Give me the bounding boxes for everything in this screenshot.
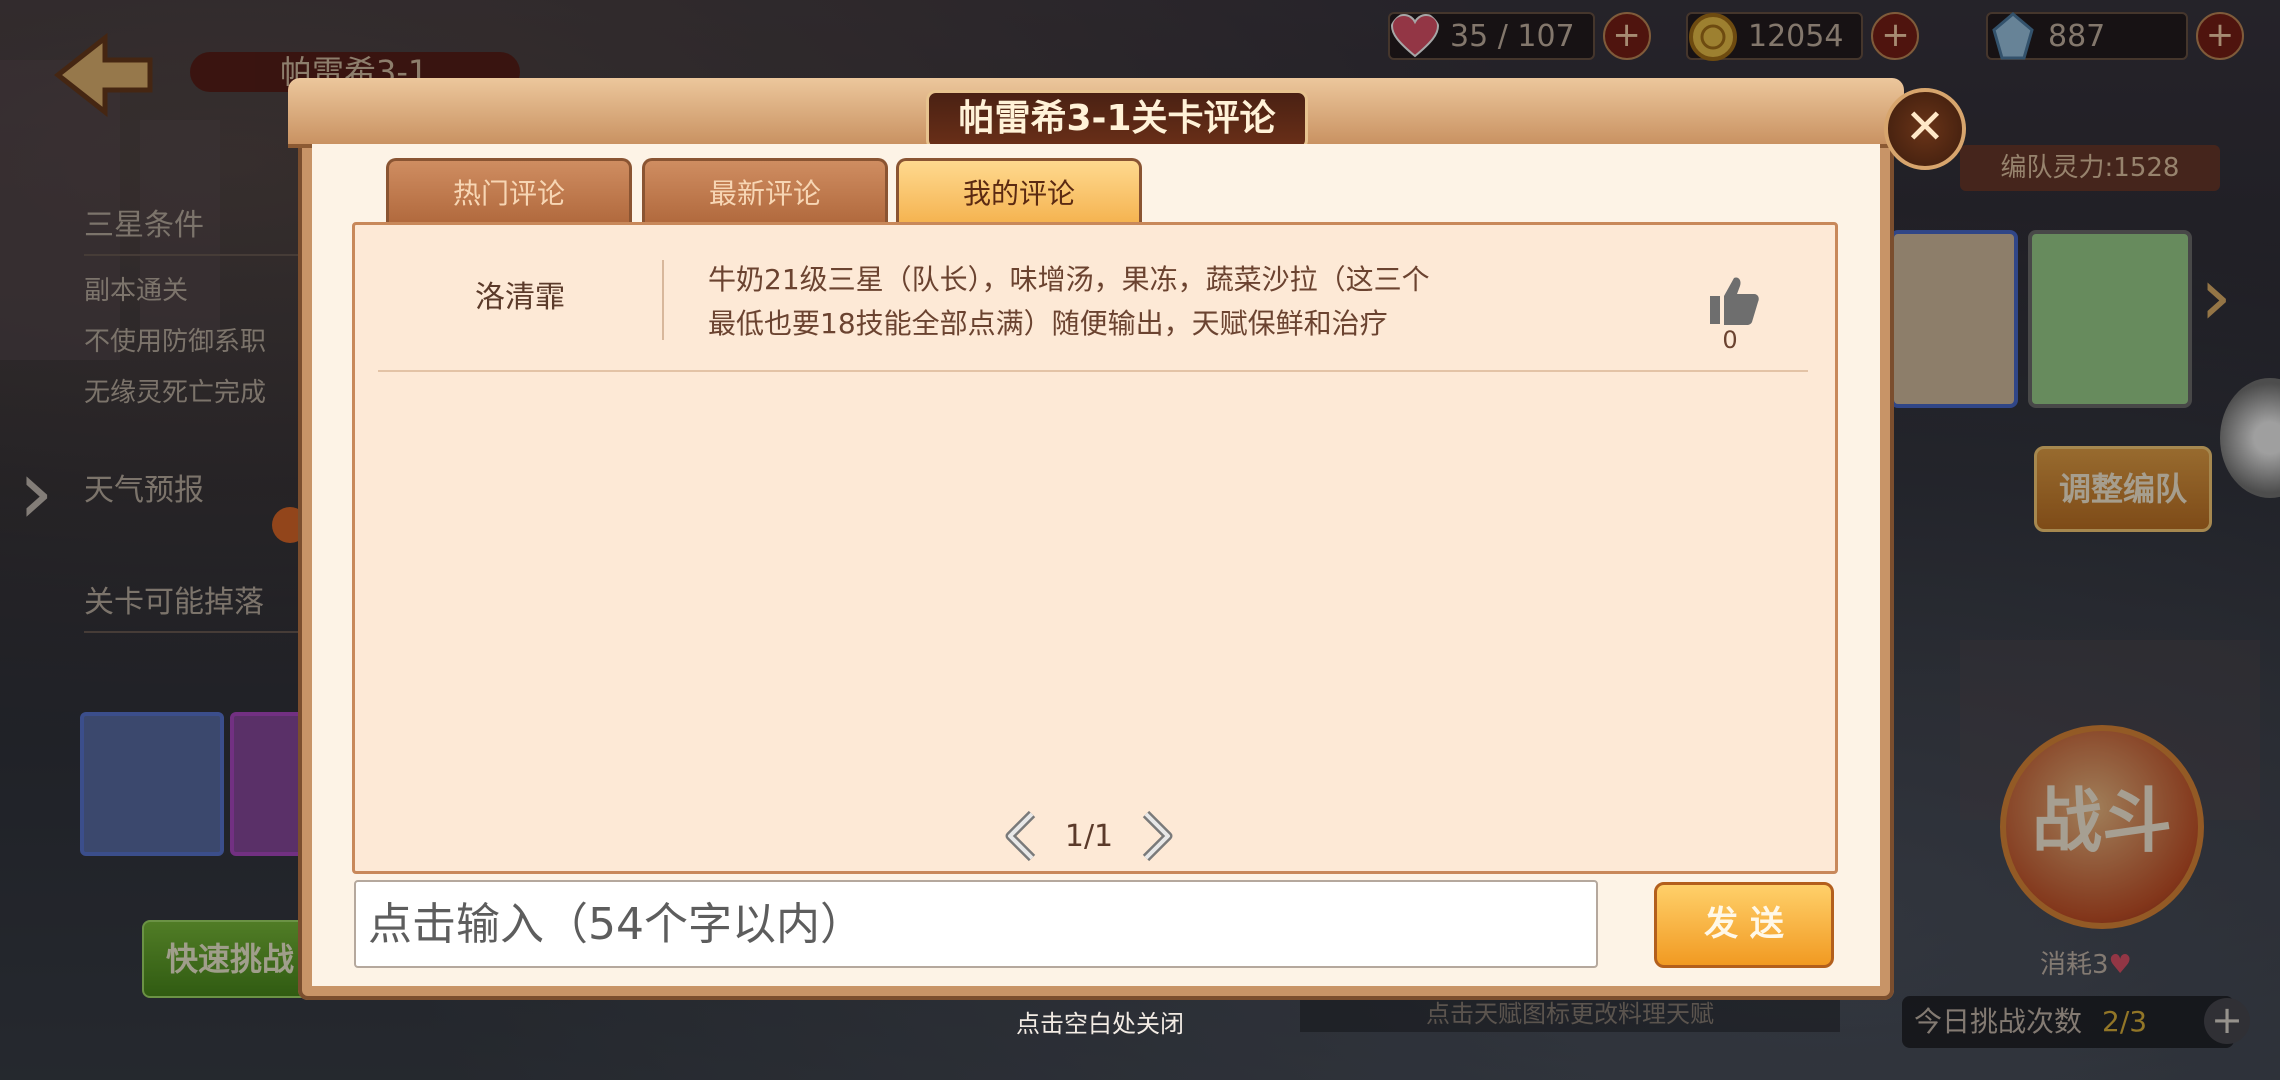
comment-text: 牛奶21级三星（队长），味增汤，果冻，蔬菜沙拉（这三个 最低也要18技能全部点满… [708, 258, 1608, 346]
comment-text-line: 牛奶21级三星（队长），味增汤，果冻，蔬菜沙拉（这三个 [708, 263, 1430, 296]
close-hint: 点击空白处关闭 [1016, 1010, 1184, 1038]
chevron-right-icon[interactable] [1134, 808, 1178, 864]
comment-row: 洛清霏 牛奶21级三星（队长），味增汤，果冻，蔬菜沙拉（这三个 最低也要18技能… [378, 240, 1808, 372]
modal-title: 帕雷希3-1关卡评论 [926, 90, 1308, 150]
like-count: 0 [1722, 326, 1738, 354]
tab-hot-comments[interactable]: 热门评论 [386, 158, 632, 225]
close-icon[interactable]: ✕ [1884, 88, 1966, 170]
comment-username: 洛清霏 [475, 280, 565, 315]
page-indicator: 1/1 [1064, 818, 1114, 854]
chevron-left-icon[interactable] [1000, 808, 1044, 864]
thumbs-up-icon[interactable] [1702, 270, 1762, 330]
tab-latest-comments[interactable]: 最新评论 [642, 158, 888, 225]
comment-text-line: 最低也要18技能全部点满）随便输出，天赋保鲜和治疗 [708, 307, 1388, 340]
tab-my-comments[interactable]: 我的评论 [896, 158, 1142, 225]
comment-divider [662, 260, 664, 340]
comment-input[interactable] [354, 880, 1598, 968]
pagination: 1/1 [1000, 808, 1178, 864]
send-button[interactable]: 发 送 [1654, 882, 1834, 968]
